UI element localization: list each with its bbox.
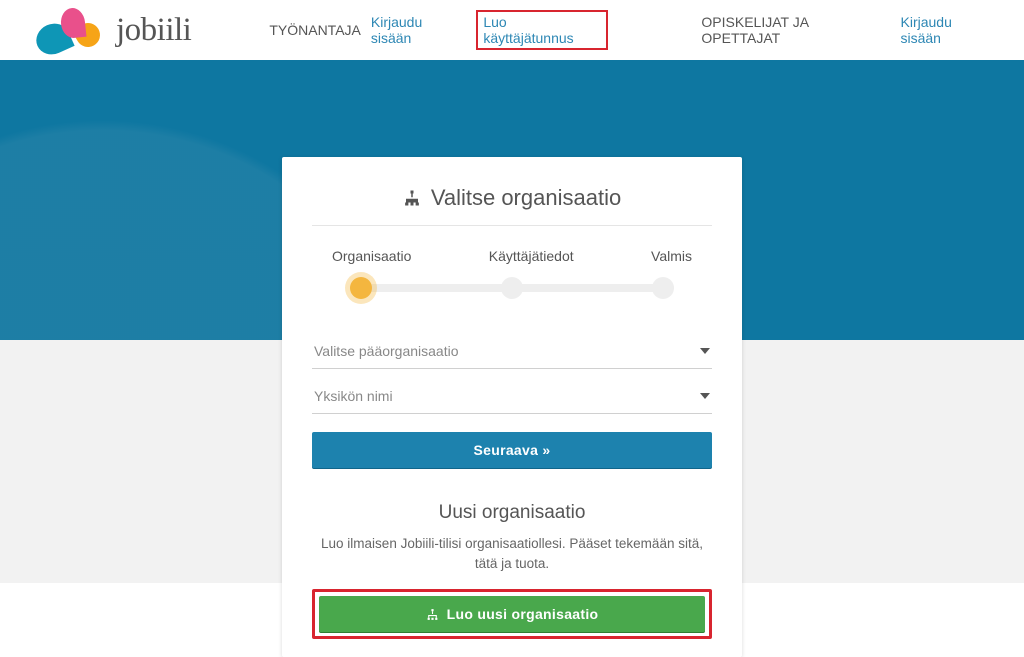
card-title-text: Valitse organisaatio [431, 185, 621, 211]
top-nav: TYÖNANTAJA Kirjaudu sisään Luo käyttäjät… [269, 10, 996, 50]
nav-student-label: OPISKELIJAT JA OPETTAJAT [701, 14, 890, 46]
nav-employer-login-link[interactable]: Kirjaudu sisään [371, 14, 466, 46]
new-org-button-highlight: Luo uusi organisaatio [312, 589, 712, 639]
step-node-2[interactable] [501, 277, 523, 299]
signup-card: Valitse organisaatio Organisaatio Käyttä… [282, 157, 742, 657]
chevron-down-icon [700, 393, 710, 399]
next-button[interactable]: Seuraava » [312, 432, 712, 468]
signup-stepper: Organisaatio Käyttäjätiedot Valmis [332, 248, 692, 300]
new-org-description: Luo ilmaisen Jobiili-tilisi organisaatio… [316, 534, 708, 573]
sitemap-icon [426, 608, 439, 621]
chevron-down-icon [700, 348, 710, 354]
select-main-org-placeholder: Valitse pääorganisaatio [314, 343, 459, 359]
brand-logo[interactable]: jobiili [28, 6, 191, 54]
create-new-org-label: Luo uusi organisaatio [447, 606, 599, 622]
nav-employer-label: TYÖNANTAJA [269, 22, 361, 38]
step-node-1[interactable] [350, 277, 372, 299]
nav-student-login-link[interactable]: Kirjaudu sisään [901, 14, 996, 46]
step-label-2: Käyttäjätiedot [489, 248, 574, 264]
new-org-title: Uusi organisaatio [312, 502, 712, 524]
step-label-3: Valmis [651, 248, 692, 264]
select-unit-placeholder: Yksikön nimi [314, 388, 393, 404]
card-title: Valitse organisaatio [312, 185, 712, 226]
sitemap-icon [403, 189, 421, 207]
select-unit-name[interactable]: Yksikön nimi [312, 379, 712, 414]
brand-name: jobiili [116, 12, 191, 49]
top-header: jobiili TYÖNANTAJA Kirjaudu sisään Luo k… [0, 0, 1024, 60]
select-main-organization[interactable]: Valitse pääorganisaatio [312, 334, 712, 369]
logo-petals-icon [28, 6, 106, 54]
step-label-1: Organisaatio [332, 248, 411, 264]
step-node-3[interactable] [652, 277, 674, 299]
create-new-organization-button[interactable]: Luo uusi organisaatio [319, 596, 705, 632]
nav-employer-create-link[interactable]: Luo käyttäjätunnus [476, 10, 607, 50]
